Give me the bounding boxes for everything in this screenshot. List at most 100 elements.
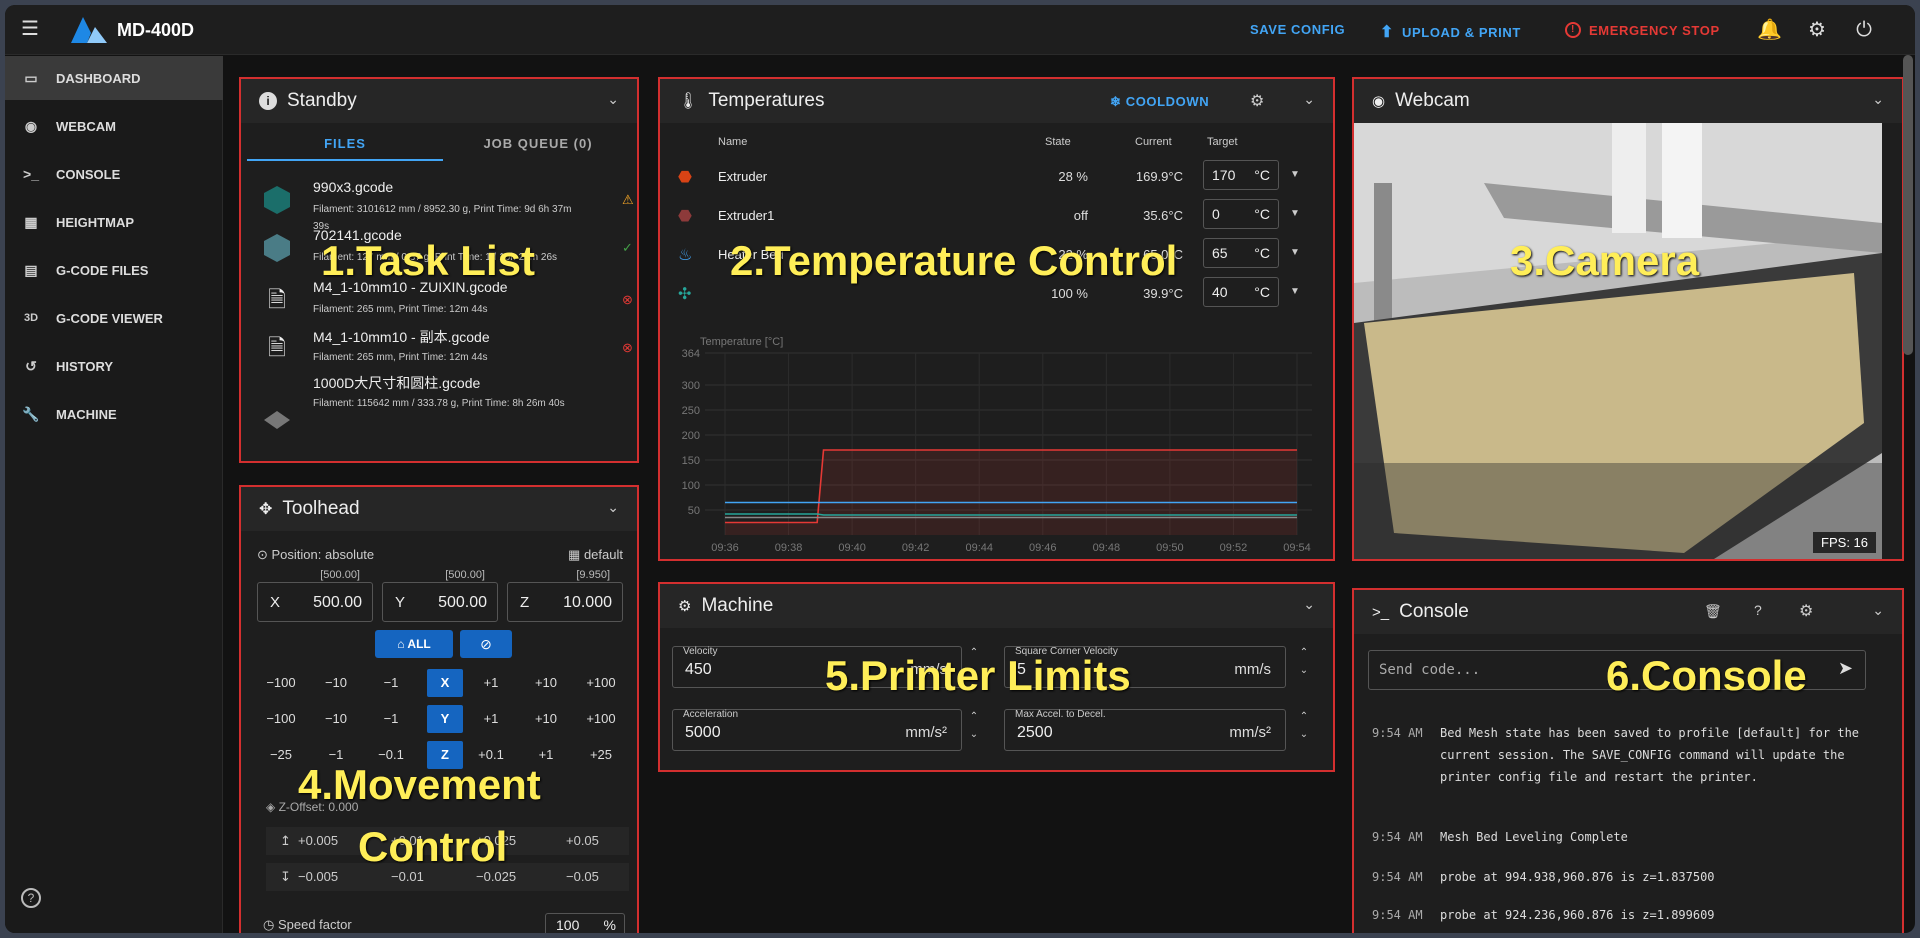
cooldown-label: COOLDOWN bbox=[1125, 94, 1210, 109]
save-config-button[interactable]: SAVE CONFIG bbox=[1250, 22, 1345, 37]
upload-print-button[interactable]: ⬆ UPLOAD & PRINT bbox=[1380, 22, 1521, 42]
target-input[interactable]: 65 °C bbox=[1203, 238, 1279, 268]
emergency-stop-button[interactable]: ! EMERGENCY STOP bbox=[1565, 22, 1720, 38]
column-header-name: Name bbox=[718, 136, 748, 148]
y-position-field[interactable]: [500.00] Y 500.00 bbox=[382, 569, 498, 622]
sidebar-item-console[interactable]: >_ CONSOLE bbox=[5, 152, 223, 196]
jog-button[interactable]: +10 bbox=[520, 669, 572, 697]
dropdown-arrow-icon[interactable]: ▼ bbox=[1290, 169, 1300, 180]
z-offset-button[interactable]: −0.05 bbox=[566, 863, 599, 891]
dropdown-arrow-icon[interactable]: ▼ bbox=[1290, 286, 1300, 297]
jog-button[interactable]: +25 bbox=[575, 741, 627, 769]
target-input[interactable]: 0 °C bbox=[1203, 199, 1279, 229]
extruder-icon: ⬣ bbox=[678, 169, 692, 186]
column-header-state: State bbox=[1045, 136, 1071, 148]
jog-button[interactable]: −10 bbox=[310, 705, 362, 733]
tab-job-queue[interactable]: JOB QUEUE (0) bbox=[443, 131, 633, 161]
list-item[interactable]: 🗎 M4_1-10mm10 - ZUIXIN.gcode Filament: 2… bbox=[257, 279, 633, 323]
file-name: 1000D大尺寸和圆柱.gcode bbox=[313, 375, 481, 391]
cancel-circle-icon: ⊗ bbox=[622, 340, 633, 355]
jog-button[interactable]: +10 bbox=[520, 705, 572, 733]
jog-button[interactable]: −100 bbox=[255, 705, 307, 733]
jog-button[interactable]: −100 bbox=[255, 669, 307, 697]
help-icon[interactable]: ? bbox=[21, 888, 41, 908]
bell-icon[interactable]: 🔔 bbox=[1757, 18, 1782, 42]
jog-button[interactable]: −10 bbox=[310, 669, 362, 697]
page-scrollbar[interactable] bbox=[1903, 55, 1913, 355]
scv-stepper[interactable]: ⌃ ⌄ bbox=[1296, 644, 1312, 680]
x-tick-label: 09:38 bbox=[775, 542, 803, 554]
target-input[interactable]: 40 °C bbox=[1203, 277, 1279, 307]
home-all-label: ALL bbox=[407, 637, 431, 651]
chevron-down-icon[interactable]: ⌄ bbox=[1303, 596, 1315, 613]
trash-icon[interactable]: 🗑 bbox=[1704, 603, 1722, 620]
list-item[interactable]: 990x3.gcode Filament: 3101612 mm / 8952.… bbox=[257, 179, 634, 232]
z-offset-button[interactable]: −0.005 bbox=[298, 863, 338, 891]
chevron-down-icon[interactable]: ⌄ bbox=[607, 499, 619, 516]
speed-factor-input[interactable]: 100% bbox=[545, 913, 625, 933]
settings-icon[interactable]: ⚙ bbox=[1799, 601, 1813, 621]
sidebar-item-heightmap[interactable]: ▦ HEIGHTMAP bbox=[5, 200, 223, 244]
sidebar-item-webcam[interactable]: ◉ WEBCAM bbox=[5, 104, 223, 148]
jog-button[interactable]: +1 bbox=[465, 705, 517, 733]
jog-button[interactable]: +100 bbox=[575, 669, 627, 697]
chevron-down-icon[interactable]: ⌄ bbox=[1303, 91, 1315, 108]
x-position-field[interactable]: [500.00] X 500.00 bbox=[257, 569, 373, 622]
jog-button[interactable]: −1 bbox=[365, 705, 417, 733]
acceleration-stepper[interactable]: ⌃ ⌄ bbox=[966, 708, 982, 744]
scv-unit: mm/s bbox=[1234, 661, 1271, 678]
webcam-icon: ◉ bbox=[1372, 93, 1386, 110]
file-meta: Filament: 265 mm, Print Time: 12m 44s bbox=[313, 352, 488, 363]
home-y-button[interactable]: Y bbox=[427, 705, 463, 733]
z-max: [9.950] bbox=[576, 569, 610, 581]
list-item[interactable]: 🗎 M4_1-10mm10 - 副本.gcode Filament: 265 m… bbox=[257, 327, 633, 371]
settings-icon[interactable]: ⚙ bbox=[1805, 18, 1829, 42]
z-offset-button[interactable]: +0.05 bbox=[566, 827, 599, 855]
fan-icon: ✣ bbox=[678, 286, 692, 303]
acceleration-field[interactable]: Acceleration 5000 mm/s² bbox=[672, 709, 962, 751]
chevron-down-icon[interactable]: ⌄ bbox=[1872, 602, 1884, 619]
menu-icon[interactable]: ☰ bbox=[21, 19, 43, 39]
jog-button[interactable]: +100 bbox=[575, 705, 627, 733]
target-input[interactable]: 170 °C bbox=[1203, 160, 1279, 190]
motors-off-button[interactable]: ⊘ bbox=[460, 630, 512, 658]
cooldown-button[interactable]: ❄ COOLDOWN bbox=[1110, 94, 1209, 110]
annotation-movement-control: Control bbox=[358, 823, 508, 870]
console-icon: >_ bbox=[1372, 603, 1390, 621]
accel-decel-stepper[interactable]: ⌃ ⌄ bbox=[1296, 708, 1312, 744]
max-accel-to-decel-field[interactable]: Max Accel. to Decel. 2500 mm/s² bbox=[1004, 709, 1286, 751]
speedometer-icon: ◷ bbox=[263, 917, 278, 932]
chevron-down-icon[interactable]: ⌄ bbox=[607, 91, 619, 108]
thermometer-icon: 🌡 bbox=[678, 93, 699, 110]
dropdown-arrow-icon[interactable]: ▼ bbox=[1290, 247, 1300, 258]
sidebar-item-history[interactable]: ↺ HISTORY bbox=[5, 344, 223, 388]
jog-button[interactable]: −1 bbox=[365, 669, 417, 697]
settings-icon[interactable]: ⚙ bbox=[1250, 91, 1264, 111]
y-tick-label: 250 bbox=[682, 405, 700, 417]
sidebar-item-machine[interactable]: 🔧 MACHINE bbox=[5, 392, 223, 436]
position-mode[interactable]: ⊙ Position: absolute bbox=[257, 547, 374, 563]
list-item[interactable]: 1000D大尺寸和圆柱.gcode Filament: 115642 mm / … bbox=[257, 375, 617, 443]
sidebar-item-dashboard[interactable]: ▭ DASHBOARD bbox=[5, 56, 223, 100]
acceleration-unit: mm/s² bbox=[905, 724, 947, 741]
temperatures-title: Temperatures bbox=[708, 90, 825, 111]
z-position-field[interactable]: [9.950] Z 10.000 bbox=[507, 569, 623, 622]
console-message: probe at 994.938,960.876 is z=1.837500 bbox=[1440, 870, 1715, 884]
x-tick-label: 09:50 bbox=[1156, 542, 1184, 554]
jog-button[interactable]: +1 bbox=[465, 669, 517, 697]
dropdown-arrow-icon[interactable]: ▼ bbox=[1290, 208, 1300, 219]
power-icon[interactable]: ⏻ bbox=[1852, 18, 1876, 42]
target-value: 170 bbox=[1212, 167, 1236, 183]
target-unit: °C bbox=[1254, 245, 1270, 261]
send-icon[interactable]: ➤ bbox=[1838, 658, 1853, 679]
home-all-button[interactable]: ⌂ ALL bbox=[375, 630, 453, 658]
help-icon[interactable]: ? bbox=[1754, 602, 1762, 618]
z-offset-button[interactable]: +0.005 bbox=[298, 827, 338, 855]
home-x-button[interactable]: X bbox=[427, 669, 463, 697]
chevron-down-icon[interactable]: ⌄ bbox=[1872, 91, 1884, 108]
sidebar-item-gcode-files[interactable]: ▤ G-CODE FILES bbox=[5, 248, 223, 292]
save-config-label: SAVE CONFIG bbox=[1250, 22, 1346, 37]
tab-files[interactable]: FILES bbox=[247, 131, 443, 161]
sidebar-item-gcode-viewer[interactable]: 3D G-CODE VIEWER bbox=[5, 296, 223, 340]
mesh-profile[interactable]: ▦ default bbox=[568, 547, 623, 563]
